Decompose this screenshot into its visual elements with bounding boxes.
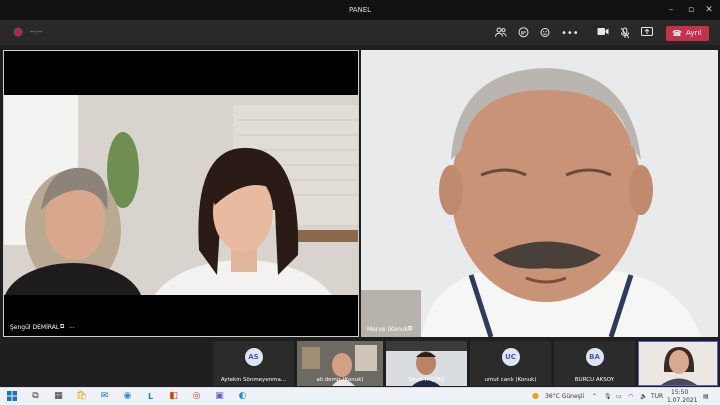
mail-icon[interactable]: ✉ bbox=[99, 391, 110, 402]
video-tile-2[interactable]: Merve (Konuk) ⧉ bbox=[361, 50, 718, 337]
windows-start-icon[interactable] bbox=[6, 391, 17, 402]
participant-video-5 bbox=[639, 342, 717, 385]
reactions-icon[interactable] bbox=[538, 27, 552, 41]
gallery-tile-name: BURCU AKSOY bbox=[574, 377, 615, 383]
leave-button[interactable]: ☎ Ayrıl bbox=[666, 26, 709, 41]
store-icon[interactable]: 🛍 bbox=[76, 391, 87, 402]
gallery-tile-name: ali demir (Konuk) bbox=[316, 377, 364, 383]
camera-icon[interactable] bbox=[596, 27, 610, 41]
meeting-timer: --:-- bbox=[30, 28, 43, 36]
minimize-icon[interactable]: – bbox=[664, 3, 678, 17]
linkedin-icon[interactable]: L bbox=[145, 391, 156, 402]
participant-name-1: Şengül DEMİRAL bbox=[10, 324, 60, 331]
gallery-tile-5[interactable]: BA BURCU AKSOY bbox=[554, 341, 635, 386]
tray-mic-icon: 🎙 bbox=[604, 393, 612, 400]
gallery-tile-6[interactable] bbox=[638, 341, 718, 386]
office-icon[interactable]: ◧ bbox=[168, 391, 179, 402]
video-tile-1[interactable]: Şengül DEMİRAL ⧉ ··· bbox=[3, 50, 359, 337]
leave-button-label: Ayrıl bbox=[686, 29, 702, 37]
maximize-icon[interactable]: ▫ bbox=[684, 3, 698, 17]
teams-icon[interactable]: ▣ bbox=[214, 391, 225, 402]
avatar: BA bbox=[585, 348, 604, 366]
gallery-tile-name: Seyfi TAŞTAŞ bbox=[408, 377, 445, 383]
more-options-icon[interactable]: ••• bbox=[561, 27, 579, 41]
participants-icon[interactable] bbox=[494, 27, 508, 41]
participant-video-2 bbox=[361, 50, 718, 337]
clock-date[interactable]: 1.07.2021 bbox=[667, 397, 698, 404]
tray-overflow-icon[interactable]: ⌃ bbox=[592, 393, 597, 400]
guest-badge-icon: ⧉ bbox=[60, 323, 65, 330]
network-icon[interactable]: ▭ bbox=[616, 393, 622, 400]
tile-more-icon[interactable]: ··· bbox=[69, 325, 75, 332]
volume-icon[interactable]: 🔈 bbox=[640, 393, 647, 400]
share-screen-icon[interactable] bbox=[640, 27, 654, 41]
gallery-tile-4[interactable]: UC umut canlı (Konuk) bbox=[470, 341, 551, 386]
language-indicator[interactable]: TUR bbox=[651, 393, 663, 400]
title-bar: PANEL – ▫ ✕ bbox=[0, 0, 720, 20]
participant-video-1 bbox=[4, 51, 358, 336]
close-icon[interactable]: ✕ bbox=[702, 3, 716, 17]
gallery-tile-name: Aytekin Sönmeyenma... bbox=[220, 377, 287, 383]
phone-hangup-icon: ☎ bbox=[672, 29, 682, 38]
clock-time[interactable]: 15:50 bbox=[671, 389, 688, 396]
recording-icon bbox=[15, 29, 21, 35]
guest-badge-icon: ⧉ bbox=[408, 325, 413, 332]
gallery-tile-2[interactable]: ali demir (Konuk) bbox=[297, 341, 383, 386]
browser-icon[interactable]: ◐ bbox=[237, 391, 248, 402]
sun-icon: ● bbox=[532, 391, 539, 400]
gallery-tile-3[interactable]: Seyfi TAŞTAŞ bbox=[386, 341, 467, 386]
gallery-tile-name: umut canlı (Konuk) bbox=[484, 377, 537, 383]
gallery-tile-1[interactable]: AS Aytekin Sönmeyenma... bbox=[213, 341, 294, 386]
avatar: AS bbox=[244, 348, 263, 366]
wifi-icon[interactable]: ◠ bbox=[628, 393, 633, 400]
calculator-icon[interactable]: ▦ bbox=[53, 391, 64, 402]
notification-icon[interactable]: ▤ bbox=[703, 393, 709, 400]
microphone-muted-icon[interactable] bbox=[618, 27, 632, 41]
meeting-toolbar: --:-- bbox=[0, 20, 720, 45]
chrome-icon[interactable]: ◎ bbox=[191, 391, 202, 402]
windows-taskbar: ⧉ ▦ 🛍 ✉ ◉ L ◧ ◎ ▣ ◐ ● 36°C Güneşli ⌃ 🎙 ▭… bbox=[0, 387, 720, 405]
edge-icon[interactable]: ◉ bbox=[122, 391, 133, 402]
avatar: UC bbox=[501, 348, 520, 366]
weather-text[interactable]: 36°C Güneşli bbox=[545, 393, 584, 400]
window-title: PANEL bbox=[348, 6, 372, 14]
chat-icon[interactable] bbox=[516, 27, 530, 41]
task-view-icon[interactable]: ⧉ bbox=[30, 391, 41, 402]
participant-name-2: Merve (Konuk) bbox=[367, 326, 411, 333]
